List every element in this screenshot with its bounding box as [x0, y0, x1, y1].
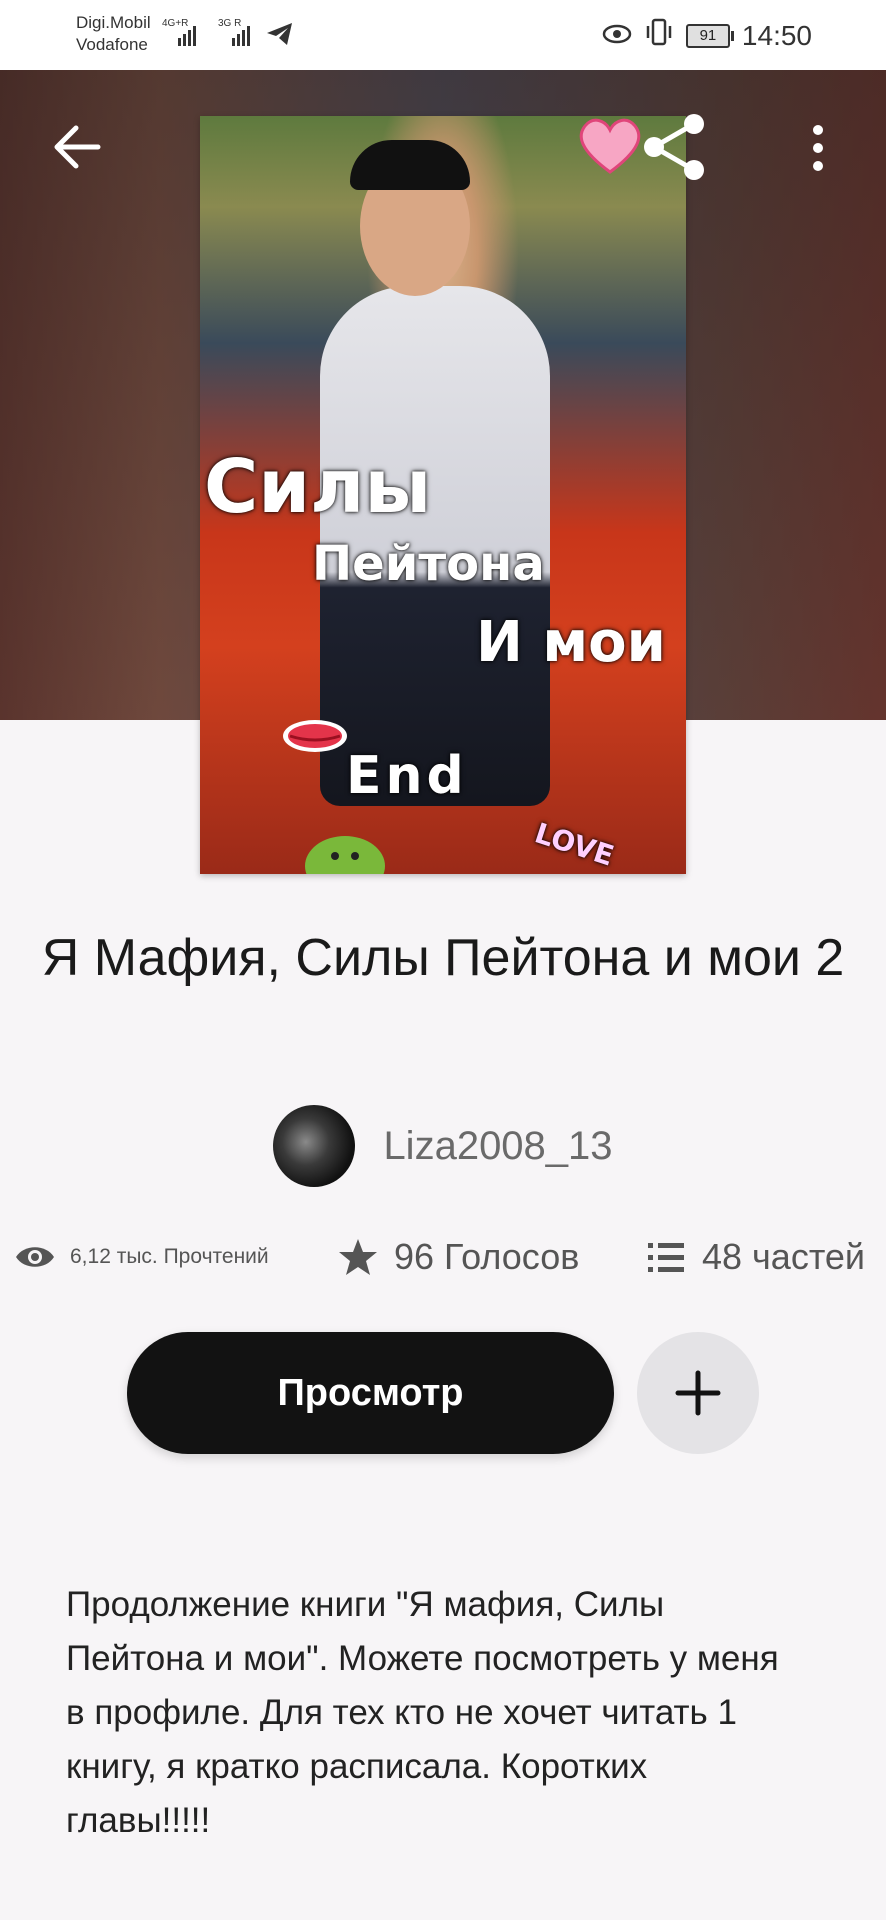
plus-icon	[675, 1370, 721, 1416]
clock: 14:50	[741, 19, 812, 51]
carrier-name-2: Vodafone	[76, 35, 148, 54]
reads-count: 6,12 тыс. Прочтений	[70, 1245, 269, 1268]
status-right: 91 14:50	[602, 18, 812, 53]
votes-count: 96 Голосов	[394, 1236, 580, 1277]
network-type-2: 3G R	[218, 18, 242, 29]
author-avatar[interactable]	[273, 1105, 356, 1187]
story-title: Я Мафия, Силы Пейтона и мои 2	[41, 929, 845, 987]
votes-stat: 96 Голосов	[338, 1236, 579, 1278]
cover-text-3: И мои	[476, 610, 666, 675]
back-arrow-icon[interactable]	[52, 124, 102, 175]
lips-sticker-icon	[283, 720, 347, 752]
more-vertical-icon[interactable]	[808, 124, 828, 177]
parts-stat: 48 частей	[646, 1236, 865, 1278]
list-icon	[648, 1243, 684, 1272]
signal-icon-2: 3G R	[218, 18, 250, 46]
reads-stat: 6,12 тыс. Прочтений	[14, 1242, 269, 1272]
cover-cap	[350, 140, 470, 190]
battery-icon: 91	[685, 23, 734, 48]
stats-row: 6,12 тыс. Прочтений 96 Голосов 48 частей	[0, 1232, 886, 1292]
read-button[interactable]: Просмотр	[127, 1332, 614, 1454]
status-bar: Digi.Mobil Vodafone 4G+R 3G R 91 14:50	[0, 0, 886, 70]
star-icon	[339, 1239, 377, 1275]
eye-icon	[16, 1247, 54, 1267]
cover-text-4: End	[346, 746, 468, 806]
share-icon[interactable]	[638, 112, 710, 187]
add-to-library-button[interactable]	[637, 1332, 759, 1454]
author-row[interactable]: Liza2008_13	[0, 1105, 886, 1187]
network-type-1: 4G+R	[162, 18, 189, 29]
eye-status-icon	[602, 20, 632, 52]
telegram-icon	[266, 22, 294, 51]
story-description: Продолжение книги "Я мафия, Силы Пейтона…	[66, 1585, 779, 1840]
vibrate-icon	[644, 18, 674, 53]
book-cover: Силы Пейтона И мои End LOVE	[200, 116, 686, 874]
cover-text-2: Пейтона	[312, 536, 545, 592]
parts-count: 48 частей	[702, 1236, 866, 1277]
cover-text-1: Силы	[204, 444, 432, 530]
carrier-info: Digi.Mobil Vodafone	[76, 12, 151, 56]
heart-sticker-icon	[579, 118, 641, 174]
author-name[interactable]: Liza2008_13	[383, 1124, 612, 1169]
carrier-name-1: Digi.Mobil	[76, 13, 151, 32]
cover-sticker: LOVE	[530, 816, 618, 873]
cactus-sticker-icon	[305, 836, 385, 874]
signal-icon: 4G+R	[162, 18, 196, 46]
